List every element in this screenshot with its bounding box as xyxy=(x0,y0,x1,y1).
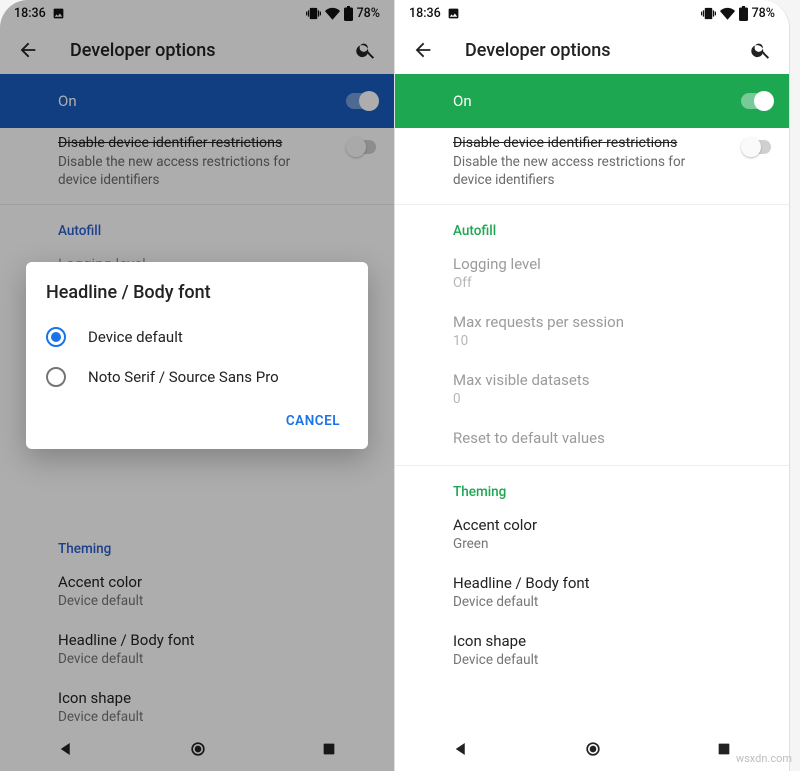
watermark: wsxdn.com xyxy=(736,752,792,765)
on-label: On xyxy=(453,92,472,110)
radio-icon-unselected xyxy=(46,367,66,387)
master-switch-on[interactable] xyxy=(741,93,771,109)
restriction-switch[interactable] xyxy=(743,140,771,154)
nav-home[interactable] xyxy=(583,739,603,759)
back-arrow-icon xyxy=(412,39,434,61)
nav-back-icon xyxy=(452,740,470,758)
setting-disable-identifier-restrictions[interactable]: Disable device identifier restrictions D… xyxy=(395,128,789,205)
setting-headline-body-font[interactable]: Headline / Body font Device default xyxy=(395,564,789,622)
battery-icon xyxy=(739,6,748,21)
section-autofill: Autofill xyxy=(395,205,789,245)
wifi-icon xyxy=(720,6,735,21)
setting-logging-level[interactable]: Logging level Off xyxy=(395,245,789,303)
status-bar: 18:36 78% xyxy=(395,0,789,26)
setting-max-requests[interactable]: Max requests per session 10 xyxy=(395,303,789,361)
radio-icon-selected xyxy=(46,327,66,347)
phone-right: 18:36 78% Developer options On xyxy=(395,0,790,771)
search-icon xyxy=(750,39,772,61)
back-button[interactable] xyxy=(403,30,443,70)
setting-reset-defaults[interactable]: Reset to default values xyxy=(395,419,789,459)
app-bar: Developer options xyxy=(395,26,789,74)
vibrate-icon xyxy=(701,6,716,21)
dialog-title: Headline / Body font xyxy=(46,282,348,303)
status-time: 18:36 xyxy=(409,6,441,21)
battery-pct: 78% xyxy=(752,6,775,21)
setting-max-datasets[interactable]: Max visible datasets 0 xyxy=(395,361,789,419)
nav-back[interactable] xyxy=(452,740,470,758)
gallery-icon xyxy=(447,7,460,20)
setting-icon-shape[interactable]: Icon shape Device default xyxy=(395,622,789,680)
radio-device-default[interactable]: Device default xyxy=(46,317,348,357)
nav-recents-icon xyxy=(716,741,732,757)
font-dialog: Headline / Body font Device default Noto… xyxy=(26,262,368,449)
dev-options-master-toggle[interactable]: On xyxy=(395,74,789,128)
page-title: Developer options xyxy=(465,40,741,61)
nav-recents[interactable] xyxy=(716,741,732,757)
phone-left: 18:36 78% Developer options On xyxy=(0,0,395,771)
section-theming: Theming xyxy=(395,466,789,506)
search-button[interactable] xyxy=(741,30,781,70)
navigation-bar xyxy=(395,727,789,771)
restriction-subtitle: Disable the new access restrictions for … xyxy=(453,153,725,189)
radio-noto-serif[interactable]: Noto Serif / Source Sans Pro xyxy=(46,357,348,397)
cancel-button[interactable]: CANCEL xyxy=(278,403,348,439)
restriction-title: Disable device identifier restrictions xyxy=(453,134,725,153)
nav-home-icon xyxy=(583,739,603,759)
setting-accent-color[interactable]: Accent color Green xyxy=(395,506,789,564)
